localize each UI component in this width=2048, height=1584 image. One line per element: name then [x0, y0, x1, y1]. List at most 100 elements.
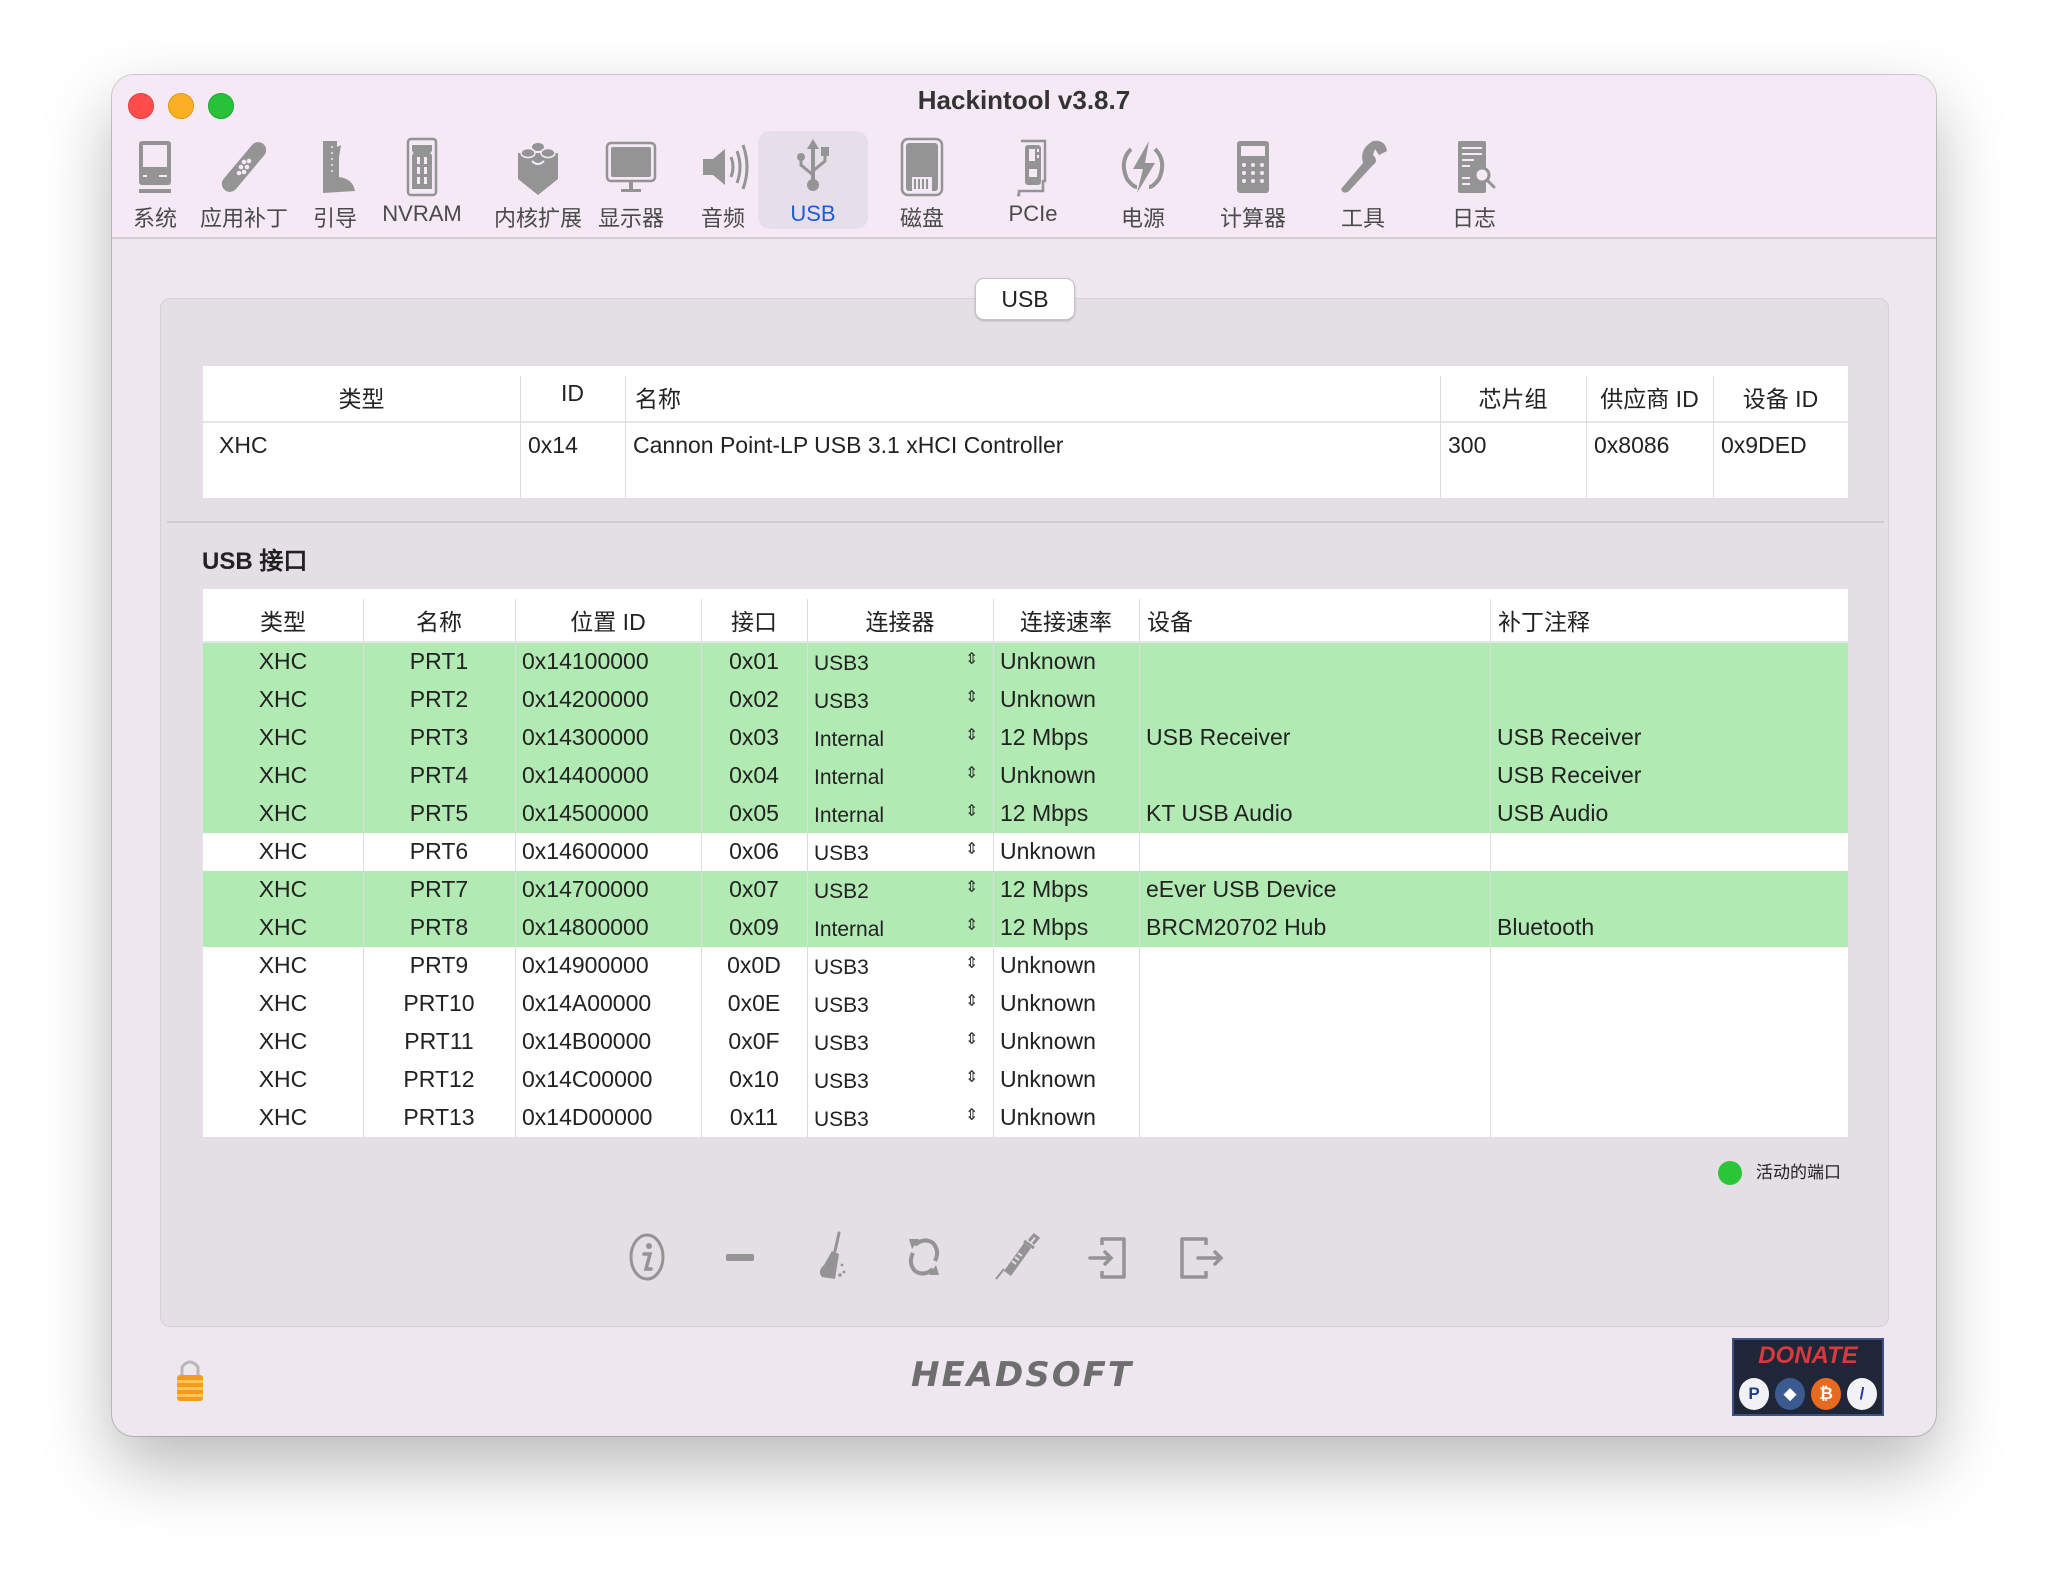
port-cell-comment[interactable]: USB Receiver	[1497, 724, 1641, 751]
import-icon	[1088, 1237, 1126, 1279]
chevron-updown-icon[interactable]: ⇕	[965, 1067, 978, 1087]
port-row[interactable]: XHC PRT13 0x14D00000 0x11 USB3 Unknown ⇕	[203, 1099, 1848, 1137]
column-header[interactable]: 设备 ID	[1713, 380, 1848, 414]
usb-ports-table[interactable]: 类型 名称 位置 ID 接口 连接器 连接速率 设备 补丁注释 XHC PRT1 0x1410000…	[203, 589, 1848, 1137]
usb-tab-label[interactable]: USB	[975, 278, 1075, 320]
chevron-updown-icon[interactable]: ⇕	[965, 991, 978, 1011]
port-row[interactable]: XHC PRT2 0x14200000 0x02 USB3 Unknown ⇕	[203, 681, 1848, 719]
column-header[interactable]: 芯片组	[1440, 380, 1586, 414]
column-header[interactable]: 位置 ID	[515, 603, 701, 637]
toolbar-item-nvram[interactable]: NVRAM	[367, 131, 477, 229]
chevron-updown-icon[interactable]: ⇕	[965, 839, 978, 859]
port-cell-connector[interactable]: USB2	[814, 880, 869, 904]
port-cell-type: XHC	[258, 838, 308, 864]
donate-button[interactable]: DONATE P ◆ ₿ /	[1732, 1338, 1884, 1416]
chevron-updown-icon[interactable]: ⇕	[965, 649, 978, 669]
port-cell-port: 0x03	[729, 724, 779, 750]
refresh-button[interactable]	[894, 1227, 954, 1287]
toolbar-item-log[interactable]: 日志	[1419, 131, 1529, 231]
port-cell-connector[interactable]: USB3	[814, 1108, 869, 1132]
port-cell-connector[interactable]: USB3	[814, 994, 869, 1018]
port-cell-connector[interactable]: Internal	[814, 766, 884, 790]
column-divider	[363, 599, 364, 1137]
paypal-icon: P	[1739, 1378, 1769, 1410]
port-row[interactable]: XHC PRT7 0x14700000 0x07 USB2 12 Mbps eEver US…	[203, 871, 1848, 909]
info-button[interactable]	[617, 1227, 677, 1287]
port-cell-location: 0x14600000	[522, 838, 649, 864]
port-cell-connector[interactable]: Internal	[814, 918, 884, 942]
chevron-updown-icon[interactable]: ⇕	[965, 877, 978, 897]
controller-cell: Cannon Point-LP USB 3.1 xHCI Controller	[633, 432, 1064, 458]
port-cell-speed: Unknown	[1000, 762, 1096, 788]
column-header[interactable]: 设备	[1147, 603, 1193, 637]
remove-button[interactable]	[710, 1227, 770, 1287]
port-cell-comment[interactable]: USB Audio	[1497, 800, 1608, 827]
chevron-updown-icon[interactable]: ⇕	[965, 801, 978, 821]
nvram-icon	[367, 137, 477, 197]
port-cell-speed: Unknown	[1000, 990, 1096, 1016]
port-cell-port: 0x0F	[728, 1028, 780, 1054]
port-row[interactable]: XHC PRT1 0x14100000 0x01 USB3 Unknown ⇕	[203, 643, 1848, 681]
port-cell-connector[interactable]: Internal	[814, 728, 884, 752]
port-cell-port: 0x06	[729, 838, 779, 864]
port-cell-speed: 12 Mbps	[1000, 724, 1089, 750]
chevron-updown-icon[interactable]: ⇕	[965, 1029, 978, 1049]
import-button[interactable]	[1078, 1227, 1138, 1287]
port-cell-location: 0x14300000	[522, 724, 649, 750]
chevron-updown-icon[interactable]: ⇕	[965, 687, 978, 707]
port-cell-device: eEver USB Device	[1146, 876, 1337, 902]
column-header[interactable]: 类型	[203, 380, 520, 414]
active-port-legend-dot	[1718, 1161, 1742, 1185]
titlebar: Hackintool v3.8.7 系统 应用补丁 引导 NVRAM 内核扩展 …	[112, 75, 1936, 239]
chevron-updown-icon[interactable]: ⇕	[965, 1105, 978, 1125]
chevron-updown-icon[interactable]: ⇕	[965, 953, 978, 973]
column-header[interactable]: 连接速率	[993, 603, 1139, 637]
port-cell-type: XHC	[258, 686, 308, 712]
inject-button[interactable]	[986, 1227, 1046, 1287]
export-icon	[1180, 1237, 1224, 1279]
port-row[interactable]: XHC PRT3 0x14300000 0x03 Internal 12 Mbps USB …	[203, 719, 1848, 757]
column-header[interactable]: ID	[520, 380, 625, 407]
column-header[interactable]: 接口	[701, 603, 807, 637]
port-cell-comment[interactable]: USB Receiver	[1497, 762, 1641, 789]
clear-button[interactable]	[802, 1227, 862, 1287]
column-header[interactable]: 供应商 ID	[1586, 380, 1713, 414]
port-row[interactable]: XHC PRT5 0x14500000 0x05 Internal 12 Mbps KT U…	[203, 795, 1848, 833]
port-cell-connector[interactable]: USB3	[814, 1070, 869, 1094]
column-header[interactable]: 连接器	[807, 603, 993, 637]
port-cell-connector[interactable]: USB3	[814, 1032, 869, 1056]
port-cell-connector[interactable]: USB3	[814, 956, 869, 980]
export-button[interactable]	[1170, 1227, 1230, 1287]
port-cell-speed: Unknown	[1000, 838, 1096, 864]
port-cell-location: 0x14200000	[522, 686, 649, 712]
port-cell-type: XHC	[258, 914, 308, 940]
port-cell-connector[interactable]: USB3	[814, 842, 869, 866]
column-divider	[1490, 599, 1491, 1137]
port-cell-comment[interactable]: Bluetooth	[1497, 914, 1594, 941]
port-row[interactable]: XHC PRT4 0x14400000 0x04 Internal Unknown USB …	[203, 757, 1848, 795]
headsoft-logo[interactable]: HEADSOFT	[872, 1355, 1172, 1395]
controller-table[interactable]: 类型 ID 名称 芯片组 供应商 ID 设备 ID XHC 0x14 Cannon Point-…	[203, 366, 1848, 498]
column-header[interactable]: 类型	[203, 603, 363, 637]
port-cell-connector[interactable]: USB3	[814, 690, 869, 714]
lock-button[interactable]	[172, 1355, 208, 1405]
chevron-updown-icon[interactable]: ⇕	[965, 763, 978, 783]
column-header[interactable]: 名称	[635, 380, 681, 414]
chevron-updown-icon[interactable]: ⇕	[965, 915, 978, 935]
column-divider	[520, 376, 521, 498]
active-port-legend-label: 活动的端口	[1756, 1163, 1841, 1182]
port-row[interactable]: XHC PRT11 0x14B00000 0x0F USB3 Unknown ⇕	[203, 1023, 1848, 1061]
column-header[interactable]: 名称	[363, 603, 515, 637]
column-header[interactable]: 补丁注释	[1498, 603, 1590, 637]
port-cell-connector[interactable]: Internal	[814, 804, 884, 828]
port-cell-speed: 12 Mbps	[1000, 914, 1089, 940]
port-row[interactable]: XHC PRT10 0x14A00000 0x0E USB3 Unknown ⇕	[203, 985, 1848, 1023]
port-cell-connector[interactable]: USB3	[814, 652, 869, 676]
port-cell-device: USB Receiver	[1146, 724, 1291, 750]
port-row[interactable]: XHC PRT12 0x14C00000 0x10 USB3 Unknown ⇕	[203, 1061, 1848, 1099]
pcie-icon	[978, 137, 1088, 197]
port-row[interactable]: XHC PRT8 0x14800000 0x09 Internal 12 Mbps BRCM…	[203, 909, 1848, 947]
chevron-updown-icon[interactable]: ⇕	[965, 725, 978, 745]
port-row[interactable]: XHC PRT6 0x14600000 0x06 USB3 Unknown ⇕	[203, 833, 1848, 871]
port-row[interactable]: XHC PRT9 0x14900000 0x0D USB3 Unknown ⇕	[203, 947, 1848, 985]
